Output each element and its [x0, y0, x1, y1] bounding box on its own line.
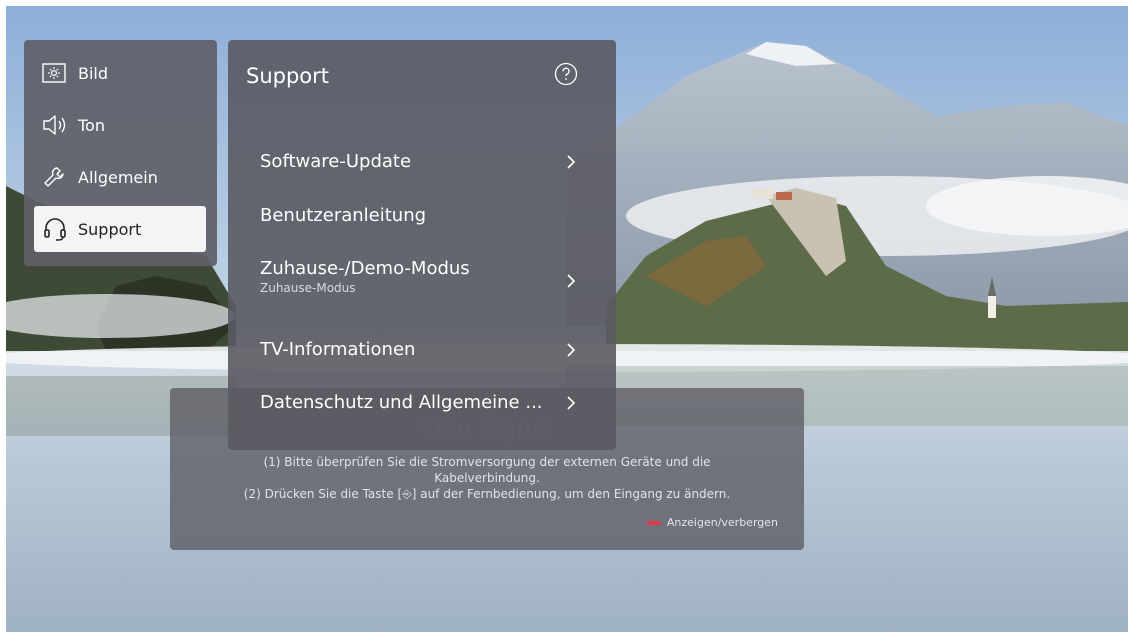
panel-title: Support [246, 64, 330, 88]
wrench-icon [42, 164, 72, 190]
chevron-right-icon [567, 396, 576, 410]
no-signal-message: (1) Bitte überprüfen Sie die Stromversor… [200, 454, 774, 502]
category-label: Bild [78, 63, 109, 83]
no-signal-line-3: (2) Drücken Sie die Taste [⎆] auf der Fe… [243, 487, 731, 501]
category-bild[interactable]: Bild [34, 50, 206, 96]
menu-item-sublabel: Zuhause-Modus [260, 281, 356, 295]
show-hide-hint[interactable]: Anzeigen/verbergen [646, 516, 778, 529]
menu-item-demo-modus[interactable]: Zuhause-/Demo-Modus Zuhause-Modus [238, 258, 604, 304]
menu-item-software-update[interactable]: Software-Update [238, 146, 604, 178]
chevron-right-icon [567, 343, 576, 357]
speaker-icon [42, 112, 72, 138]
picture-icon [42, 60, 72, 86]
category-label: Ton [78, 115, 105, 135]
menu-item-tv-informationen[interactable]: TV-Informationen [238, 334, 604, 366]
show-hide-label: Anzeigen/verbergen [666, 516, 778, 529]
headset-icon [42, 216, 72, 242]
chevron-right-icon [567, 155, 576, 169]
no-signal-line-1: (1) Bitte überprüfen Sie die Stromversor… [263, 455, 711, 469]
category-label: Support [78, 219, 142, 239]
tv-screen: Bild Ton Allgemein Support Kein Signal (… [6, 6, 1128, 632]
menu-item-label: Benutzeranleitung [260, 205, 427, 226]
category-ton[interactable]: Ton [34, 102, 206, 148]
menu-item-label: Datenschutz und Allgemeine ... [260, 392, 543, 413]
menu-item-datenschutz[interactable]: Datenschutz und Allgemeine ... [238, 387, 604, 419]
red-key-icon [646, 520, 661, 525]
menu-item-label: Zuhause-/Demo-Modus [260, 258, 470, 279]
help-icon[interactable] [554, 62, 578, 86]
menu-item-label: TV-Informationen [260, 339, 416, 360]
chevron-right-icon [567, 274, 576, 288]
menu-item-label: Software-Update [260, 151, 412, 172]
no-signal-line-2: Kabelverbindung. [434, 471, 540, 485]
category-allgemein[interactable]: Allgemein [34, 154, 206, 200]
support-menu-panel: Support Software-Update Benutzeranleitun… [228, 40, 616, 450]
category-label: Allgemein [78, 167, 158, 187]
category-support[interactable]: Support [34, 206, 206, 252]
menu-item-benutzeranleitung[interactable]: Benutzeranleitung [238, 200, 604, 232]
settings-category-panel: Bild Ton Allgemein Support [24, 40, 217, 266]
